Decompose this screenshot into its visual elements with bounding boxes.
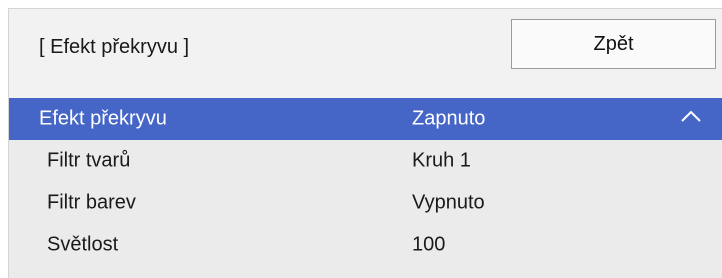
setting-value: Kruh 1 bbox=[412, 149, 471, 172]
setting-label: Světlost bbox=[47, 233, 119, 256]
setting-value: 100 bbox=[412, 233, 446, 256]
setting-value: Vypnuto bbox=[412, 191, 485, 214]
setting-row-overlay-effect[interactable]: Efekt překryvu Zapnuto bbox=[9, 98, 722, 140]
settings-list: Efekt překryvu Zapnuto Filtr tvarů Kruh … bbox=[9, 98, 722, 266]
setting-label: Filtr barev bbox=[47, 191, 136, 214]
setting-row-shape-filter[interactable]: Filtr tvarů Kruh 1 bbox=[9, 140, 722, 182]
back-button[interactable]: Zpět bbox=[511, 19, 716, 69]
panel-header: [ Efekt překryvu ] Zpět bbox=[9, 9, 722, 98]
chevron-up-icon[interactable] bbox=[680, 109, 702, 123]
setting-label: Filtr tvarů bbox=[47, 149, 131, 172]
setting-row-color-filter[interactable]: Filtr barev Vypnuto bbox=[9, 182, 722, 224]
settings-panel: [ Efekt překryvu ] Zpět Efekt překryvu Z… bbox=[8, 8, 722, 278]
page-title: [ Efekt překryvu ] bbox=[39, 36, 190, 58]
setting-label: Efekt překryvu bbox=[39, 107, 167, 130]
setting-value: Zapnuto bbox=[412, 107, 486, 130]
setting-row-brightness[interactable]: Světlost 100 bbox=[9, 224, 722, 266]
